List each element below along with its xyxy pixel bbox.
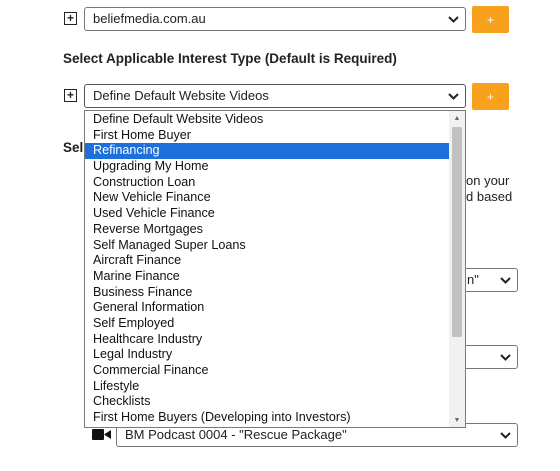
dropdown-option[interactable]: Self Employed <box>85 316 449 332</box>
interest-type-dropdown-list[interactable]: Define Default Website Videos First Home … <box>84 110 466 428</box>
interest-type-label: Select Applicable Interest Type (Default… <box>63 51 397 66</box>
expand-domain-plus-icon[interactable]: + <box>64 12 77 25</box>
video-camera-icon <box>92 428 111 446</box>
interest-type-options: Define Default Website Videos First Home … <box>85 112 449 426</box>
dropdown-scrollbar[interactable]: ▲ ▼ <box>449 111 465 427</box>
dropdown-option[interactable]: Legal Industry <box>85 347 449 363</box>
chevron-down-icon <box>447 85 459 107</box>
dropdown-option[interactable]: Lifestyle <box>85 379 449 395</box>
dropdown-option[interactable]: Reverse Mortgages <box>85 222 449 238</box>
dropdown-option[interactable]: New Vehicle Finance <box>85 190 449 206</box>
dropdown-option[interactable]: Define Default Website Videos <box>85 112 449 128</box>
dropdown-option[interactable]: Healthcare Industry <box>85 332 449 348</box>
dropdown-option[interactable]: Refinancing <box>85 143 449 160</box>
dropdown-option[interactable]: General Information <box>85 300 449 316</box>
domain-select-value: beliefmedia.com.au <box>93 11 206 26</box>
dropdown-option[interactable]: First Home Buyer <box>85 128 449 144</box>
chevron-down-icon <box>499 346 511 368</box>
dropdown-option[interactable]: Checklists <box>85 394 449 410</box>
scroll-up-icon[interactable]: ▲ <box>449 111 465 125</box>
dropdown-option[interactable]: Marine Finance <box>85 269 449 285</box>
dropdown-option[interactable]: First Home Buyers (Developing into Inves… <box>85 410 449 426</box>
interest-type-select[interactable]: Define Default Website Videos <box>84 84 466 108</box>
expand-interest-plus-icon[interactable]: + <box>64 89 77 102</box>
partial-section-label: Sel <box>63 140 84 155</box>
dropdown-option[interactable]: Used Vehicle Finance <box>85 206 449 222</box>
domain-select[interactable]: beliefmedia.com.au <box>84 7 466 31</box>
podcast-select-value: BM Podcast 0004 - "Rescue Package" <box>125 427 347 442</box>
chevron-down-icon <box>499 269 511 291</box>
scroll-thumb[interactable] <box>452 127 462 337</box>
partial-description-line-1: on your <box>466 173 510 188</box>
scroll-down-icon[interactable]: ▼ <box>449 413 465 427</box>
add-domain-button[interactable]: + <box>472 6 509 33</box>
dropdown-option[interactable]: Commercial Finance <box>85 363 449 379</box>
chevron-down-icon <box>447 8 459 30</box>
dropdown-option[interactable]: Self Managed Super Loans <box>85 238 449 254</box>
dropdown-option[interactable]: Construction Loan <box>85 175 449 191</box>
interest-type-select-value: Define Default Website Videos <box>93 88 269 103</box>
add-interest-button[interactable]: + <box>472 83 509 110</box>
dropdown-option[interactable]: Aircraft Finance <box>85 253 449 269</box>
chevron-down-icon <box>499 424 511 446</box>
dropdown-option[interactable]: Upgrading My Home <box>85 159 449 175</box>
partial-select-1-value: n" <box>467 272 479 287</box>
partial-description-line-2: d based <box>466 189 513 204</box>
dropdown-option[interactable]: Business Finance <box>85 285 449 301</box>
